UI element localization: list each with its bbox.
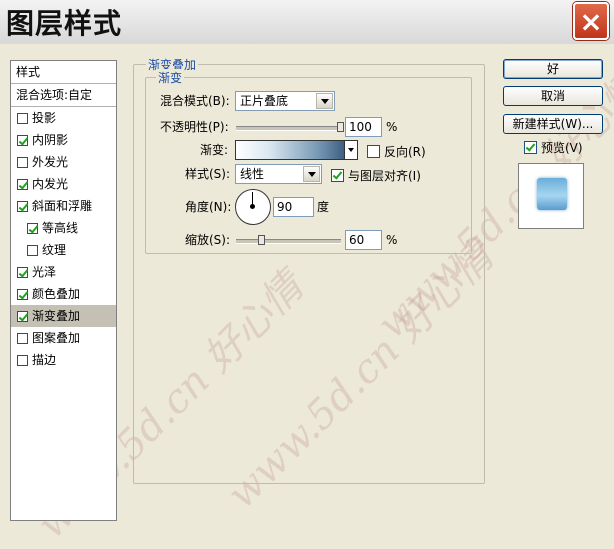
style-item-checkbox[interactable] <box>27 222 38 234</box>
align-with-layer-checkbox[interactable]: 与图层对齐(I) <box>331 167 421 184</box>
opacity-slider[interactable] <box>236 126 341 131</box>
style-item-checkbox[interactable] <box>17 178 28 190</box>
styles-header[interactable]: 样式 <box>11 61 116 84</box>
style-item[interactable]: 投影 <box>11 107 116 129</box>
style-item[interactable]: 颜色叠加 <box>11 283 116 305</box>
chevron-down-icon <box>316 93 333 109</box>
style-item-label: 等高线 <box>42 221 79 235</box>
style-item[interactable]: 等高线 <box>11 217 116 239</box>
blend-options-item[interactable]: 混合选项:自定 <box>11 84 116 107</box>
style-item-label: 内阴影 <box>32 133 69 147</box>
styles-panel: 样式 混合选项:自定 投影内阴影外发光内发光斜面和浮雕等高线纹理光泽颜色叠加渐变… <box>10 60 117 521</box>
opacity-slider-thumb[interactable] <box>337 122 344 132</box>
cancel-button[interactable]: 取消 <box>503 86 603 106</box>
chevron-down-icon[interactable] <box>344 140 358 160</box>
style-item-label: 纹理 <box>42 243 67 257</box>
gradient-style-value: 线性 <box>240 167 265 181</box>
angle-dial[interactable] <box>235 189 271 225</box>
style-item-label: 光泽 <box>32 265 57 279</box>
style-item-label: 内发光 <box>32 177 69 191</box>
style-item-label: 颜色叠加 <box>32 287 81 301</box>
style-item-checkbox[interactable] <box>17 112 28 124</box>
style-item[interactable]: 斜面和浮雕 <box>11 195 116 217</box>
style-item-checkbox[interactable] <box>17 200 28 212</box>
preview-label: 预览(V) <box>541 141 583 155</box>
opacity-input[interactable]: 100 <box>345 117 382 137</box>
style-item[interactable]: 内阴影 <box>11 129 116 151</box>
scale-unit: % <box>386 233 398 247</box>
style-item-checkbox[interactable] <box>17 354 28 366</box>
gradient-picker[interactable] <box>235 140 345 160</box>
style-item[interactable]: 外发光 <box>11 151 116 173</box>
style-label: 样式(S): <box>185 167 231 181</box>
style-item[interactable]: 描边 <box>11 349 116 371</box>
style-item-label: 投影 <box>32 111 57 125</box>
ok-button[interactable]: 好 <box>503 59 603 79</box>
style-item-checkbox[interactable] <box>17 134 28 146</box>
scale-input[interactable]: 60 <box>345 230 382 250</box>
gradient-label: 渐变: <box>200 143 229 157</box>
angle-unit: 度 <box>317 200 330 214</box>
scale-label: 缩放(S): <box>185 233 231 247</box>
scale-slider-thumb[interactable] <box>258 235 266 245</box>
blend-mode-label: 混合模式(B): <box>160 94 230 108</box>
preview-swatch <box>537 178 567 210</box>
style-item-label: 图案叠加 <box>32 331 81 345</box>
style-item-checkbox[interactable] <box>17 288 28 300</box>
style-item-label: 描边 <box>32 353 57 367</box>
style-item-label: 斜面和浮雕 <box>32 199 93 213</box>
style-item-label: 外发光 <box>32 155 69 169</box>
new-style-button[interactable]: 新建样式(W)... <box>503 114 603 134</box>
subgroup-title: 渐变 <box>156 69 185 86</box>
style-item-label: 渐变叠加 <box>32 309 81 323</box>
style-item[interactable]: 纹理 <box>11 239 116 261</box>
style-items-list: 投影内阴影外发光内发光斜面和浮雕等高线纹理光泽颜色叠加渐变叠加图案叠加描边 <box>11 107 116 371</box>
scale-slider[interactable] <box>236 239 341 244</box>
angle-input[interactable]: 90 <box>273 197 314 217</box>
style-item-checkbox[interactable] <box>27 244 38 256</box>
reverse-checkbox[interactable]: 反向(R) <box>367 143 426 160</box>
preview-checkbox[interactable]: 预览(V) <box>524 139 583 156</box>
reverse-checkbox-box[interactable] <box>367 145 380 158</box>
align-checkbox-box[interactable] <box>331 169 344 182</box>
style-item[interactable]: 渐变叠加 <box>11 305 116 327</box>
gradient-style-select[interactable]: 线性 <box>235 164 322 184</box>
angle-label: 角度(N): <box>185 200 232 214</box>
align-label: 与图层对齐(I) <box>348 169 421 183</box>
style-item[interactable]: 内发光 <box>11 173 116 195</box>
close-icon[interactable]: × <box>573 2 609 40</box>
preview-checkbox-box[interactable] <box>524 141 537 154</box>
window-title: 图层样式 <box>6 7 123 40</box>
style-item-checkbox[interactable] <box>17 156 28 168</box>
style-item[interactable]: 光泽 <box>11 261 116 283</box>
chevron-down-icon <box>303 166 320 182</box>
dialog-body: www.5d.cn 好心情 www.5d.cn 好心情 www.5d.cn 好心… <box>0 44 614 548</box>
blend-mode-value: 正片叠底 <box>240 94 289 108</box>
opacity-unit: % <box>386 120 398 134</box>
opacity-label: 不透明性(P): <box>160 120 229 134</box>
style-item-checkbox[interactable] <box>17 266 28 278</box>
style-item[interactable]: 图案叠加 <box>11 327 116 349</box>
blend-mode-select[interactable]: 正片叠底 <box>235 91 335 111</box>
style-item-checkbox[interactable] <box>17 310 28 322</box>
style-preview <box>518 163 584 229</box>
reverse-label: 反向(R) <box>384 145 426 159</box>
title-bar: 图层样式 × <box>0 0 614 44</box>
style-item-checkbox[interactable] <box>17 332 28 344</box>
